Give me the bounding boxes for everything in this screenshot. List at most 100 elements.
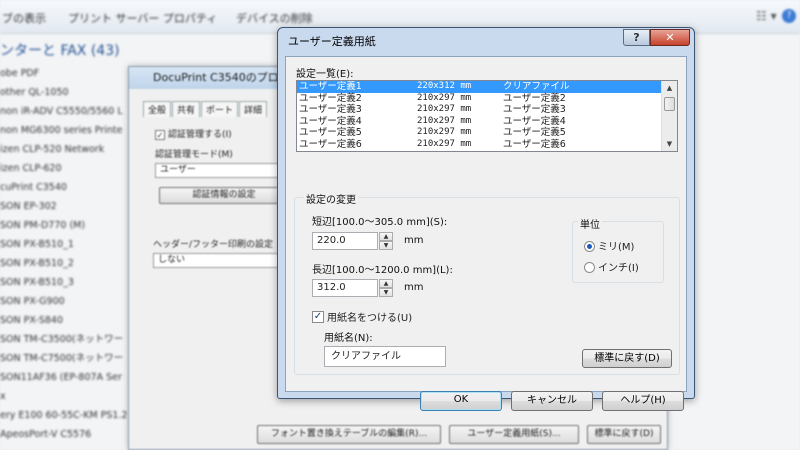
paper-list-rows: ユーザー定義1 220x312 mm クリアファイル ユーザー定義2 210x297 m… [297,81,661,150]
paper-name-checkbox-label: 用紙名をつける(U) [327,313,413,324]
printer-item[interactable]: SON TM-C7500(ネットワー [0,349,140,368]
printer-item[interactable]: other QL-1050 [0,83,140,102]
unit-group-label: 単位 [578,216,602,231]
long-edge-label: 長辺[100.0～1200.0 mm](L): [312,265,453,276]
paper-list-row[interactable]: ユーザー定義5 210x297 mm ユーザー定義5 [297,127,661,139]
long-edge-spinner[interactable]: ▲ ▼ [379,279,393,297]
auth-checkbox-label: 認証管理する(I) [168,130,232,140]
printer-item[interactable]: izen CLP-620 [0,159,140,178]
radio-unchecked-icon[interactable] [584,261,595,273]
printer-item[interactable]: non iR-ADV C5550/5560 L [0,102,140,121]
paper-list-row[interactable]: ユーザー定義4 210x297 mm ユーザー定義4 [297,116,661,128]
cancel-button[interactable]: キャンセル [511,391,593,411]
scroll-down-icon[interactable]: ▼ [662,137,677,151]
user-paper-button[interactable]: ユーザー定義用紙(S)... [449,425,579,444]
scroll-up-icon[interactable]: ▲ [662,81,677,95]
toolbar-print-server-properties[interactable]: プリント サーバー プロパティ [68,10,217,26]
paper-name-checkbox[interactable]: ✓ 用紙名をつける(U) [312,309,412,324]
printer-item[interactable]: SON TM-C3500(ネットワー [0,330,140,349]
auth-mode-select[interactable]: ユーザー [155,163,285,178]
props-default-button[interactable]: 標準に戻す(D) [587,425,661,444]
paper-label-cell: ユーザー定義2 [503,92,566,104]
spin-down-icon[interactable]: ▼ [379,241,393,250]
paper-size-cell: 210x297 mm [417,127,472,137]
ok-button[interactable]: OK [420,391,502,411]
paper-label-cell: ユーザー定義5 [503,127,566,138]
restore-default-button[interactable]: 標準に戻す(D) [582,349,672,368]
printer-list: obe PDF other QL-1050 non iR-ADV C5550/5… [0,64,140,444]
paper-name-input[interactable]: クリアファイル [324,346,446,367]
auth-checkbox[interactable]: ✓ 認証管理する(I) [155,127,232,140]
short-edge-spinner[interactable]: ▲ ▼ [379,232,393,250]
short-edge-label: 短辺[100.0～305.0 mm](S): [312,217,448,228]
paper-size-cell: 210x297 mm [417,138,472,149]
printer-item[interactable]: SON PX-B510_2 [0,254,140,273]
checkbox-box[interactable]: ✓ [155,129,165,140]
paper-list[interactable]: ユーザー定義1 220x312 mm クリアファイル ユーザー定義2 210x297 m… [296,80,678,152]
header-footer-select[interactable]: しない [153,253,283,268]
auth-mode-label: 認証管理モード(M) [155,150,233,160]
tab-advanced[interactable]: 詳細 [239,101,268,117]
printer-item[interactable]: izen CLP-520 Network [0,140,140,159]
help-icon[interactable]: ? [623,29,650,46]
printer-item[interactable]: SON PX-B510_1 [0,235,140,254]
paper-label-cell: ユーザー定義3 [503,104,566,115]
unit-mm-label: ミリ(M) [598,242,635,253]
paper-list-row[interactable]: ユーザー定義1 220x312 mm クリアファイル [297,81,661,93]
toolbar-view-item[interactable]: ブの表示 [2,10,46,26]
paper-name-cell: ユーザー定義3 [299,104,362,115]
printer-item[interactable]: SON PM-D770 (M) [0,216,140,235]
short-edge-input[interactable]: 220.0 [312,232,378,250]
list-scrollbar[interactable]: ▲ ▼ [661,81,677,151]
toolbar-remove-device[interactable]: デバイスの削除 [236,10,313,26]
paper-list-label: 設定一覧(E): [296,69,354,80]
tab-sharing[interactable]: 共有 [172,101,201,117]
paper-list-row[interactable]: ユーザー定義6 210x297 mm ユーザー定義6 [297,139,661,151]
printer-item[interactable]: non MG6300 series Printe [0,121,140,140]
spin-up-icon[interactable]: ▲ [379,232,393,241]
paper-name-cell: ユーザー定義4 [299,115,362,127]
paper-name-cell: ユーザー定義6 [299,138,362,150]
printers-heading: ンターと FAX (43) [0,43,120,59]
close-icon[interactable]: ✕ [650,29,690,46]
paper-list-row[interactable]: ユーザー定義3 210x297 mm ユーザー定義3 [297,104,661,116]
view-options-icon[interactable]: ☷ ▾ [756,9,777,23]
unit-inch-label: インチ(I) [598,263,639,274]
printer-item[interactable]: x [0,387,140,406]
tab-general[interactable]: 全般 [143,101,172,117]
help-icon[interactable]: ? [782,9,796,23]
spin-down-icon[interactable]: ▼ [379,288,393,297]
spin-up-icon[interactable]: ▲ [379,279,393,288]
paper-size-cell: 220x312 mm [417,81,472,91]
long-edge-input[interactable]: 312.0 [312,279,378,297]
props-tabs: 全般 共有 ポート 詳細 [143,101,268,117]
unit-inch-radio[interactable]: インチ(I) [584,259,639,274]
printer-item[interactable]: SON11AF36 (EP-807A Ser [0,368,140,387]
help-button[interactable]: ヘルプ(H) [602,391,684,411]
dialog-titlebar[interactable]: ユーザー定義用紙 ? ✕ [278,28,694,52]
paper-list-row[interactable]: ユーザー定義2 210x297 mm ユーザー定義2 [297,93,661,105]
printer-item[interactable]: ery E100 60-55C-KM PS1.2 [0,406,140,425]
printer-item[interactable]: SON EP-302 [0,197,140,216]
printer-item[interactable]: SON PX-S840 [0,311,140,330]
paper-name-cell: ユーザー定義1 [299,81,362,92]
scroll-thumb[interactable] [664,97,675,111]
paper-size-cell: 210x297 mm [417,104,472,114]
paper-label-cell: クリアファイル [503,81,570,92]
auth-info-button[interactable]: 認証情報の設定 [159,187,289,204]
checkmark-icon[interactable]: ✓ [312,311,324,323]
paper-name-cell: ユーザー定義5 [299,127,362,138]
paper-size-cell: 210x297 mm [417,115,472,126]
printer-item[interactable]: ApeosPort-V C5576 [0,425,140,444]
paper-name-cell: ユーザー定義2 [299,92,362,104]
font-table-button[interactable]: フォント置き換えテーブルの編集(R)... [257,425,441,444]
unit-mm-radio[interactable]: ミリ(M) [584,238,634,253]
printer-item[interactable]: SON PX-B510_3 [0,273,140,292]
printer-item[interactable]: cuPrint C3540 [0,178,140,197]
printer-item[interactable]: SON PX-G900 [0,292,140,311]
tab-ports[interactable]: ポート [201,101,239,117]
printer-item[interactable]: obe PDF [0,64,140,83]
long-edge-unit: mm [404,282,424,293]
custom-paper-dialog: ユーザー定義用紙 ? ✕ 設定一覧(E): ユーザー定義1 220x312 mm ク… [277,27,695,411]
radio-checked-icon[interactable] [584,240,595,252]
